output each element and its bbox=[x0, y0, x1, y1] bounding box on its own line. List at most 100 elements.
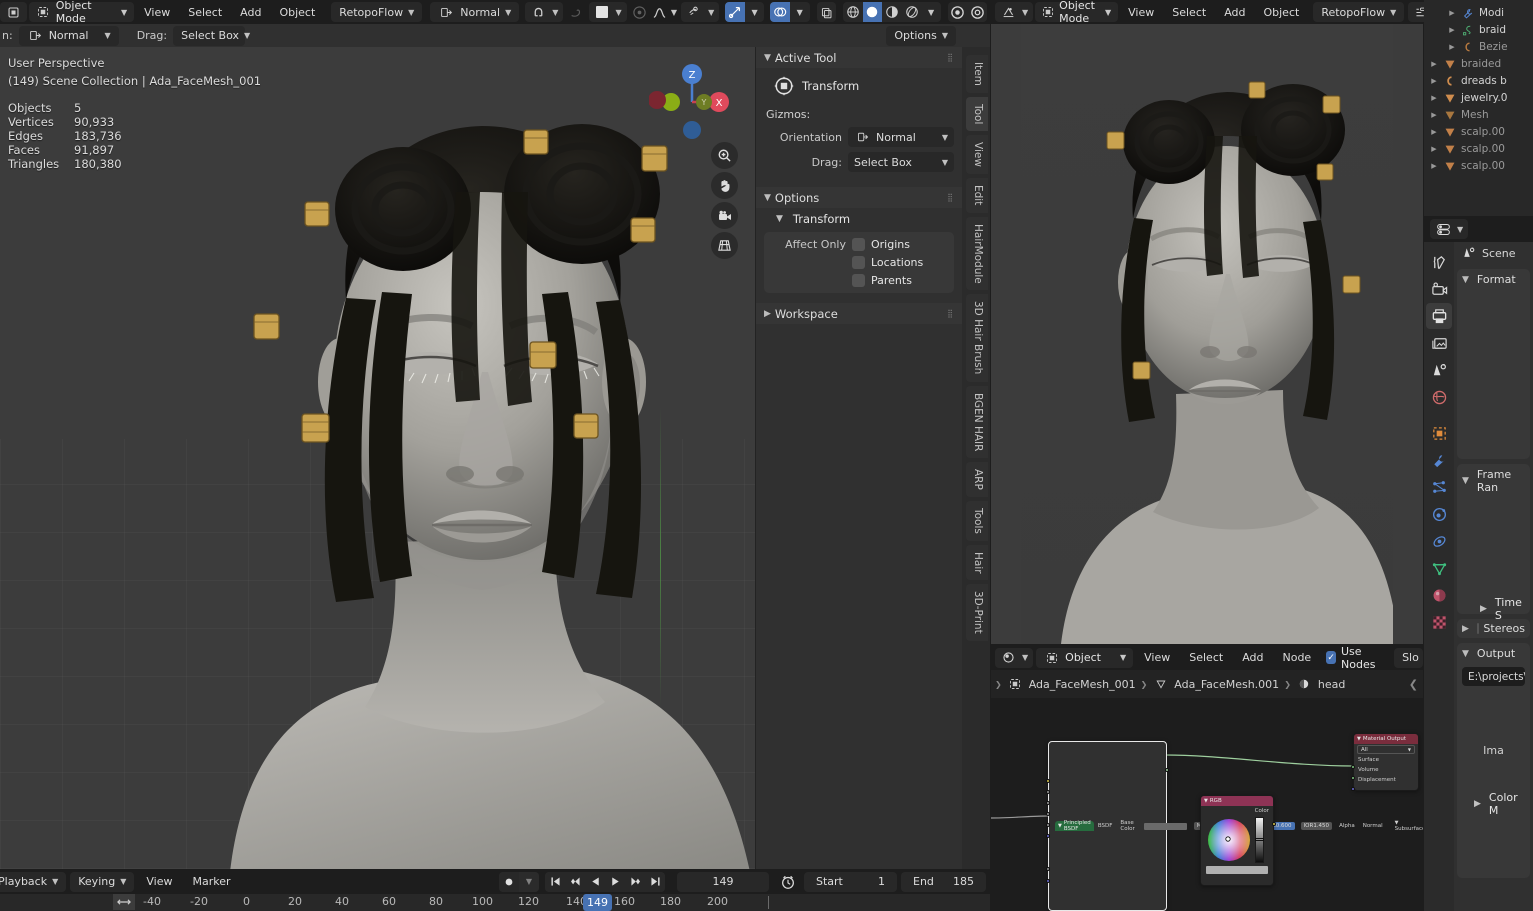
color-value-bar[interactable] bbox=[1206, 866, 1268, 874]
drag-dots-icon[interactable]: ⣿ bbox=[947, 309, 954, 318]
camera-view-button[interactable] bbox=[711, 202, 738, 229]
breadcrumb-mesh[interactable]: Ada_FaceMesh.001 bbox=[1174, 678, 1279, 691]
subpanel-color-management[interactable]: ▶ Color M bbox=[1462, 791, 1525, 817]
ortho-persp-button[interactable] bbox=[711, 232, 738, 259]
properties-tab-scene[interactable] bbox=[1426, 357, 1452, 383]
drag-dropdown[interactable]: Select Box ▼ bbox=[173, 25, 250, 46]
right-object-mode-dropdown[interactable]: Object Mode ▼ bbox=[1035, 0, 1119, 25]
base-color-swatch[interactable] bbox=[1144, 822, 1187, 830]
properties-tab-viewlayer[interactable] bbox=[1426, 330, 1452, 356]
overlays-icon[interactable] bbox=[770, 2, 790, 22]
shader-id-type-dropdown[interactable]: Object ▼ bbox=[1036, 647, 1134, 668]
play-button[interactable] bbox=[605, 871, 625, 892]
socket-metallic[interactable] bbox=[1046, 790, 1050, 794]
outliner-row[interactable]: ▶ Bezie bbox=[1424, 38, 1533, 55]
right-menu-object[interactable]: Object bbox=[1255, 3, 1307, 22]
sidebar-tab-hairmodule[interactable]: HairModule bbox=[966, 216, 988, 291]
gizmo-icon[interactable] bbox=[725, 2, 745, 22]
playback-menu[interactable]: Playback ▼ bbox=[0, 871, 67, 892]
outliner-row[interactable]: ▶ braid bbox=[1424, 21, 1533, 38]
properties-tab-particles[interactable] bbox=[1426, 474, 1452, 500]
properties-tab-constraints[interactable] bbox=[1426, 528, 1452, 554]
field-output-target[interactable]: All ▼ bbox=[1357, 745, 1415, 754]
material-preview-icon[interactable] bbox=[882, 2, 902, 22]
properties-tab-world[interactable] bbox=[1426, 384, 1452, 410]
sidebar-tab-tool[interactable]: Tool bbox=[966, 96, 988, 132]
subpanel-header-transform[interactable]: ▼ Transform bbox=[764, 212, 954, 226]
transform-orientation-dropdown[interactable]: Normal ▼ bbox=[430, 2, 520, 22]
properties-tab-material[interactable] bbox=[1426, 582, 1452, 608]
socket-normal[interactable] bbox=[1046, 834, 1050, 838]
timeline-ruler[interactable]: -40 -20 0 20 40 60 80 100 120 140 160 18… bbox=[0, 894, 990, 911]
options-dropdown[interactable]: Options ▼ bbox=[886, 25, 956, 46]
shader-menu-add[interactable]: Add bbox=[1234, 648, 1271, 667]
socket-base-color[interactable] bbox=[1046, 779, 1050, 783]
shader-menu-select[interactable]: Select bbox=[1181, 648, 1231, 667]
menu-add[interactable]: Add bbox=[232, 3, 269, 22]
menu-object[interactable]: Object bbox=[271, 3, 323, 22]
right-menu-view[interactable]: View bbox=[1120, 3, 1162, 22]
snap-target-icon[interactable] bbox=[568, 4, 583, 21]
auto-keying-group[interactable]: ▼ bbox=[499, 871, 539, 892]
node-header[interactable]: ▼ RGB bbox=[1201, 796, 1273, 806]
properties-tab-tool[interactable] bbox=[1426, 249, 1452, 275]
socket-alpha[interactable] bbox=[1046, 823, 1050, 827]
node-header[interactable]: ▼ Principled BSDF bbox=[1055, 820, 1094, 832]
properties-tab-modifier[interactable] bbox=[1426, 447, 1452, 473]
color-picker-wheel-group[interactable] bbox=[1201, 816, 1273, 864]
falloff-curve-icon[interactable] bbox=[652, 4, 667, 21]
start-frame-field[interactable]: Start 1 bbox=[804, 871, 897, 892]
solid-shading-icon[interactable] bbox=[862, 2, 883, 22]
properties-panel-format[interactable]: ▼ Format bbox=[1457, 269, 1530, 459]
node-rgb[interactable]: ▼ RGB Color bbox=[1200, 795, 1276, 886]
chevron-down-icon[interactable]: ▼ bbox=[671, 8, 677, 17]
outliner-row[interactable]: ▶ scalp.00 bbox=[1424, 123, 1533, 140]
breadcrumb-material[interactable]: head bbox=[1318, 678, 1345, 691]
expand-arrow-icon[interactable]: ▶ bbox=[1448, 26, 1456, 34]
use-nodes-toggle[interactable]: ✓ Use Nodes bbox=[1326, 645, 1385, 671]
sidebar-tab-view[interactable]: View bbox=[966, 135, 988, 175]
right-editor-type-button[interactable]: ▼ bbox=[995, 2, 1034, 22]
auto-key-clock-icon[interactable] bbox=[779, 873, 796, 890]
end-frame-field[interactable]: End 185 bbox=[901, 871, 986, 892]
collapse-sidebar-icon[interactable]: ❮ bbox=[1409, 678, 1418, 691]
expand-arrow-icon[interactable]: ▶ bbox=[1430, 162, 1438, 170]
sidebar-tab-tools[interactable]: Tools bbox=[966, 500, 988, 541]
socket-subsurface-weight[interactable] bbox=[1046, 867, 1050, 871]
properties-panel-body[interactable]: Scene ▼ Format ▼ Frame Ran ▶ Time S ▶ St… bbox=[1454, 242, 1533, 911]
render-region-group[interactable] bbox=[947, 2, 988, 22]
jump-end-button[interactable] bbox=[645, 871, 665, 892]
xray-icon[interactable] bbox=[816, 2, 837, 22]
output-path-field[interactable]: E:\projects\ bbox=[1462, 667, 1525, 686]
menu-select[interactable]: Select bbox=[180, 3, 230, 22]
properties-tab-render[interactable] bbox=[1426, 276, 1452, 302]
overlays-group[interactable]: ▼ bbox=[770, 2, 810, 22]
outliner-row[interactable]: ▶ jewelry.0 bbox=[1424, 89, 1533, 106]
viewport-3d-secondary[interactable] bbox=[991, 24, 1423, 644]
properties-panel-frame-range[interactable]: ▼ Frame Ran ▶ Time S bbox=[1457, 464, 1530, 622]
proportional-editing-dropdown[interactable]: ▼ bbox=[588, 2, 627, 22]
pan-hand-button[interactable] bbox=[711, 172, 738, 199]
node-header[interactable]: ▼ Material Output bbox=[1354, 734, 1418, 744]
play-reverse-button[interactable] bbox=[585, 871, 605, 892]
timeline-playhead[interactable]: 149 bbox=[583, 894, 612, 911]
timeline-scrub-handle-icon[interactable] bbox=[113, 894, 135, 910]
outliner-row[interactable]: ▶ braided bbox=[1424, 55, 1533, 72]
navigation-gizmo[interactable]: Z X Y bbox=[649, 59, 735, 145]
sidebar-tab-edit[interactable]: Edit bbox=[966, 178, 988, 213]
zoom-button[interactable] bbox=[711, 142, 738, 169]
drag-dots-icon[interactable]: ⣿ bbox=[947, 193, 954, 202]
expand-arrow-icon[interactable]: ▶ bbox=[1448, 9, 1456, 17]
timeline-menu-view[interactable]: View bbox=[138, 872, 180, 891]
properties-tab-data[interactable] bbox=[1426, 555, 1452, 581]
panel-header-options[interactable]: ▼ Options ⣿ bbox=[756, 187, 962, 208]
overlays-options-chevron-icon[interactable]: ▼ bbox=[790, 2, 810, 22]
panel-header[interactable]: ▶ Stereos bbox=[1462, 622, 1525, 635]
panel-header[interactable]: ▼ Format bbox=[1462, 273, 1525, 286]
transport-controls[interactable] bbox=[545, 871, 665, 892]
properties-tab-physics[interactable] bbox=[1426, 501, 1452, 527]
jump-start-button[interactable] bbox=[545, 871, 565, 892]
right-menu-select[interactable]: Select bbox=[1164, 3, 1214, 22]
orientation-dropdown[interactable]: Normal ▼ bbox=[18, 25, 119, 46]
next-keyframe-button[interactable] bbox=[625, 871, 645, 892]
